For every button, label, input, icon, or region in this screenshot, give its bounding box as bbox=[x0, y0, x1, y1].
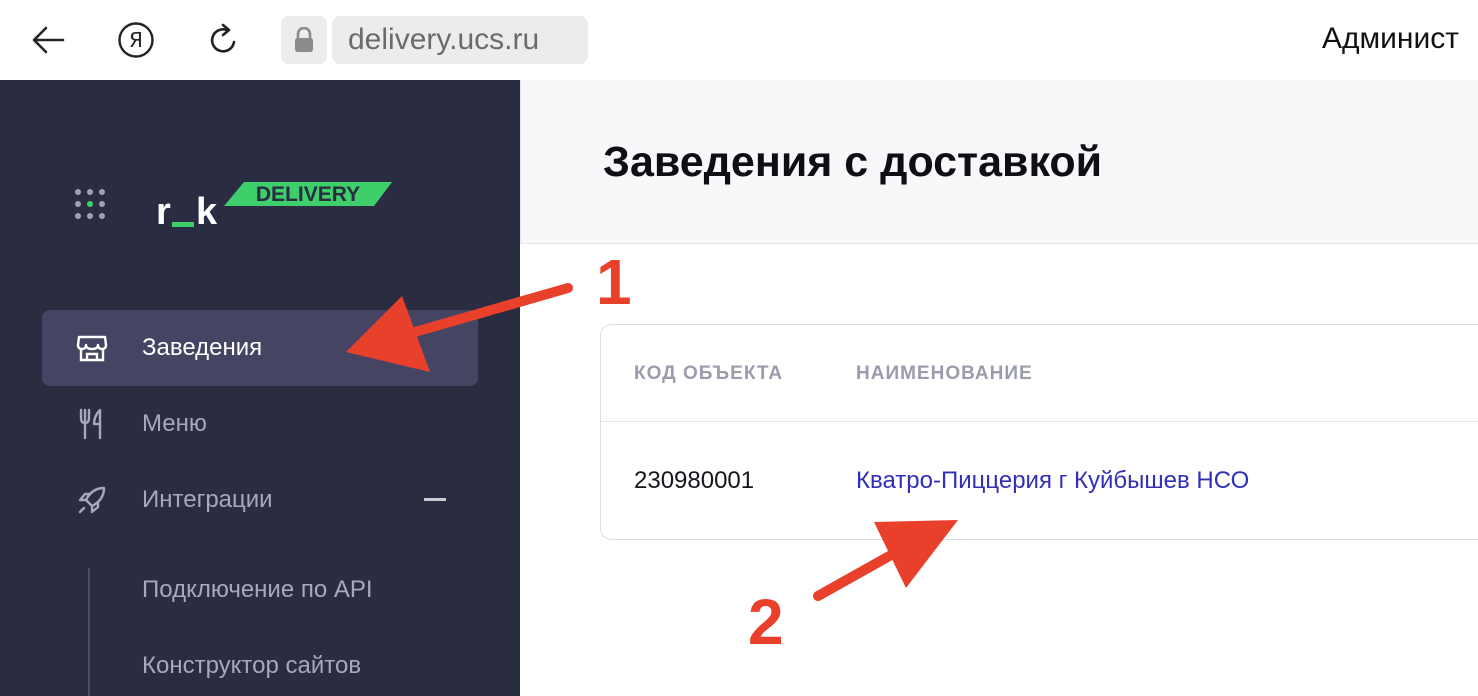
apps-grid-icon[interactable] bbox=[74, 188, 106, 220]
page-title: Заведения с доставкой bbox=[603, 138, 1103, 186]
url-field[interactable]: delivery.ucs.ru bbox=[332, 16, 588, 64]
svg-text:r: r bbox=[156, 191, 171, 232]
sidebar-subitem-api[interactable]: Подключение по API bbox=[142, 576, 373, 604]
collapse-icon[interactable] bbox=[424, 498, 446, 501]
store-icon bbox=[76, 332, 108, 364]
sidebar-item-menu[interactable]: Меню bbox=[42, 386, 478, 462]
svg-text:k: k bbox=[196, 191, 218, 232]
establishment-link[interactable]: Кватро-Пиццерия г Куйбышев НСО bbox=[856, 467, 1249, 495]
browser-toolbar: Я delivery.ucs.ru Админист bbox=[0, 0, 1478, 80]
yandex-icon[interactable]: Я bbox=[114, 18, 158, 62]
svg-text:Я: Я bbox=[129, 28, 143, 52]
annotation-marker-2: 2 bbox=[748, 586, 784, 658]
establishments-table: КОД ОБЪЕКТА НАИМЕНОВАНИЕ 230980001 Кватр… bbox=[600, 324, 1478, 540]
sidebar-subitem-site-builder[interactable]: Конструктор сайтов bbox=[142, 652, 361, 680]
sidebar-item-label: Заведения bbox=[142, 334, 263, 361]
sidebar-item-integrations[interactable]: Интеграции bbox=[42, 462, 478, 538]
user-name[interactable]: Админист bbox=[1322, 22, 1459, 56]
page-header: Заведения с доставкой bbox=[520, 80, 1478, 244]
rocket-icon bbox=[76, 484, 108, 516]
table-header: КОД ОБЪЕКТА НАИМЕНОВАНИЕ bbox=[601, 325, 1478, 422]
column-header-name[interactable]: НАИМЕНОВАНИЕ bbox=[856, 363, 1033, 385]
svg-text:DELIVERY: DELIVERY bbox=[256, 183, 360, 206]
reload-icon[interactable] bbox=[202, 18, 246, 62]
cell-code: 230980001 bbox=[634, 467, 755, 494]
sidebar-item-label: Меню bbox=[142, 410, 207, 437]
back-icon[interactable] bbox=[26, 18, 70, 62]
annotation-marker-1: 1 bbox=[596, 246, 632, 318]
fork-knife-icon bbox=[76, 408, 108, 440]
lock-icon[interactable] bbox=[281, 16, 327, 64]
sidebar-item-establishments[interactable]: Заведения bbox=[42, 310, 478, 386]
rk-delivery-logo[interactable]: DELIVERY r k bbox=[152, 180, 396, 233]
sidebar: DELIVERY r k Заведения Меню Интеграции П… bbox=[0, 80, 520, 696]
column-header-code[interactable]: КОД ОБЪЕКТА bbox=[634, 363, 783, 385]
submenu-divider bbox=[88, 568, 90, 696]
sidebar-item-label: Интеграции bbox=[142, 486, 273, 513]
